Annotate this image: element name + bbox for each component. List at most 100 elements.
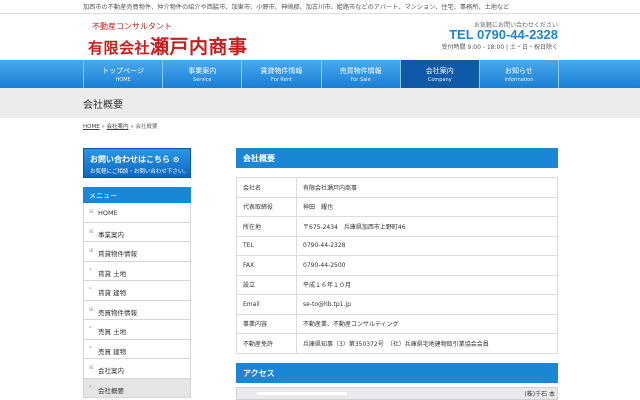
table-row: FAX 0790-44-2500 xyxy=(236,255,558,276)
access-map[interactable]: (株)千石 本 xyxy=(236,387,558,400)
sidebar-item-sale-land[interactable]: * 売買 土地 xyxy=(83,320,191,340)
sidebar-item-company[interactable]: ⊞ 会社案内 xyxy=(83,359,191,379)
row-value: 兵庫県知事（3）第350372号 （社）兵庫県宅地建物取引業協会会員 xyxy=(296,333,558,354)
row-value: 0790-44-2328 xyxy=(296,235,558,256)
bullet-icon: * xyxy=(89,384,92,391)
logo-prefix: 有限会社 xyxy=(88,39,151,57)
breadcrumb-parent-link[interactable]: 会社案内 xyxy=(107,124,129,130)
sidebar-item-rent-land[interactable]: * 賃貸 土地 xyxy=(83,261,191,281)
nav-sublabel: For Rent xyxy=(271,77,292,83)
sidebar-item-label: 賃貸物件情報 xyxy=(98,250,137,258)
row-key: FAX xyxy=(236,255,297,276)
sidebar-item-label: 会社概要 xyxy=(98,386,124,395)
nav-label: 売買物件情報 xyxy=(339,67,382,75)
breadcrumb-separator: » xyxy=(101,124,105,130)
row-key: 事業内容 xyxy=(236,313,297,334)
access-section-heading: アクセス xyxy=(236,363,558,383)
sidebar-item-home[interactable]: ⊞ HOME xyxy=(83,203,191,223)
breadcrumb: HOME » 会社案内 » 会社概要 xyxy=(83,122,157,130)
row-value: se-to@hb.tp1.jp xyxy=(296,294,558,315)
company-section-heading: 会社概要 xyxy=(236,148,558,168)
phone-number[interactable]: TEL 0790-44-2328 xyxy=(449,27,558,42)
table-row: 代表取締役 神田 耀也 xyxy=(236,196,558,217)
nav-for-rent[interactable]: 賃貸物件情報 For Rent xyxy=(241,60,320,88)
breadcrumb-current: 会社概要 xyxy=(135,124,158,130)
global-nav: トップページ HOME 事業案内 Service 賃貸物件情報 For Rent 売買… xyxy=(0,60,640,88)
nav-label: 会社案内 xyxy=(425,67,454,75)
breadcrumb-home-link[interactable]: HOME xyxy=(83,124,100,130)
sidebar-item-label: 売買物件情報 xyxy=(98,308,137,317)
nav-information[interactable]: お知らせ Information xyxy=(478,60,560,88)
sidebar-item-rent-info[interactable]: ⊞ 賃貸物件情報 xyxy=(83,242,191,262)
row-value: 平成１６年１０月 xyxy=(296,274,558,295)
section-heading-label: 会社概要 xyxy=(243,154,275,163)
row-key: TEL xyxy=(236,235,297,256)
nav-sublabel: Service xyxy=(193,77,212,83)
row-key: 代表取締役 xyxy=(236,196,297,217)
sidebar-heading-label: メニュー xyxy=(89,192,117,200)
logo-name: 瀬戸内商事 xyxy=(150,36,248,58)
nav-sublabel: For Sale xyxy=(350,77,371,83)
site-header: 不動産コンサルタント 有限会社瀬戸内商事 お気軽にお問い合わせください TEL … xyxy=(0,14,640,60)
row-value: 〒675-2434 兵庫県加西市上野町46 xyxy=(296,216,558,237)
bullet-icon: * xyxy=(89,326,92,332)
nav-for-sale[interactable]: 売買物件情報 For Sale xyxy=(320,60,400,88)
nav-company[interactable]: 会社案内 Company xyxy=(399,60,479,88)
bullet-icon: ⊞ xyxy=(89,209,94,215)
page-title-bar: 会社概要 xyxy=(0,88,640,118)
breadcrumb-separator: » xyxy=(130,124,134,130)
bullet-icon: ⊞ xyxy=(89,365,94,371)
sidebar-item-rent-building[interactable]: * 賃貸 建物 xyxy=(83,281,191,301)
row-value: 神田 耀也 xyxy=(296,196,558,217)
table-row: 不動産免許 兵庫県知事（3）第350372号 （社）兵庫県宅地建物取引業協会会員 xyxy=(236,333,558,354)
row-value: 有限会社瀬戸内商事 xyxy=(296,177,558,198)
nav-service[interactable]: 事業案内 Service xyxy=(162,60,241,88)
site-description: 加西市の不動産売買物件、仲介物件の紹介や西脇市、加東市、小野市、神崎郡、加古川市… xyxy=(83,4,510,11)
business-hours: 受付時間 9:00 - 18:00 | 土・日・祝日除く xyxy=(441,44,559,51)
logo-tagline: 不動産コンサルタント xyxy=(92,22,172,31)
bullet-icon: ⊞ xyxy=(89,248,94,254)
sidebar-item-sale-info[interactable]: ⊞ 売買物件情報 xyxy=(83,300,191,320)
nav-sublabel: Company xyxy=(427,77,452,83)
table-row: 事業内容 不動産業、不動産コンサルティング xyxy=(236,313,558,334)
sidebar-item-label: 売買 建物 xyxy=(98,347,127,356)
bullet-icon: * xyxy=(89,267,92,274)
bullet-icon: * xyxy=(89,287,92,293)
nav-sublabel: HOME xyxy=(115,77,131,83)
sidebar-item-label: 賃貸 土地 xyxy=(98,269,127,278)
inquiry-subtitle: お気軽にご相談・お問い合わせ下さい。 xyxy=(90,169,189,175)
row-value: 不動産業、不動産コンサルティング xyxy=(296,313,558,334)
row-key: 所在地 xyxy=(236,216,297,237)
nav-home[interactable]: トップページ HOME xyxy=(83,60,162,88)
bullet-icon: ⊞ xyxy=(89,306,94,313)
table-row: 設立 平成１６年１０月 xyxy=(236,274,558,295)
sidebar-item-label: 売買 土地 xyxy=(98,328,127,336)
sidebar-menu: ⊞ HOME ⊞ 事業案内 ⊞ 賃貸物件情報 * 賃貸 土地 * 賃貸 建物 ⊞ 売買物件情… xyxy=(83,203,191,398)
inquiry-title: お問い合わせはこちら ⊙ xyxy=(90,155,180,164)
nav-label: お知らせ xyxy=(505,67,533,75)
row-key: 会社名 xyxy=(236,177,297,198)
table-row: 会社名 有限会社瀬戸内商事 xyxy=(236,177,558,198)
sidebar-item-company-profile[interactable]: * 会社概要 xyxy=(83,378,191,398)
row-key: Email xyxy=(236,294,297,315)
bullet-icon: * xyxy=(89,345,92,352)
table-row: TEL 0790-44-2328 xyxy=(236,235,558,256)
map-road xyxy=(257,392,347,395)
site-logo[interactable]: 有限会社瀬戸内商事 xyxy=(88,32,248,59)
top-description-bar: 加西市の不動産売買物件、仲介物件の紹介や西脇市、加東市、小野市、神崎郡、加古川市… xyxy=(0,0,640,14)
sidebar-item-label: HOME xyxy=(98,209,118,217)
table-row: Email se-to@hb.tp1.jp xyxy=(236,294,558,315)
sidebar-item-service[interactable]: ⊞ 事業案内 xyxy=(83,222,191,242)
row-value: 0790-44-2500 xyxy=(296,255,558,276)
nav-label: トップページ xyxy=(102,67,145,75)
nav-label: 賃貸物件情報 xyxy=(260,67,303,75)
table-row: 所在地 〒675-2434 兵庫県加西市上野町46 xyxy=(236,216,558,237)
sidebar-item-label: 事業案内 xyxy=(98,230,124,239)
inquiry-banner[interactable]: お問い合わせはこちら ⊙ お気軽にご相談・お問い合わせ下さい。 xyxy=(83,148,191,178)
map-place-label: (株)千石 本 xyxy=(524,391,555,398)
section-heading-label: アクセス xyxy=(243,369,275,378)
sidebar-menu-heading: メニュー xyxy=(83,187,191,203)
bullet-icon: ⊞ xyxy=(89,228,94,235)
sidebar-item-sale-building[interactable]: * 売買 建物 xyxy=(83,339,191,359)
row-key: 不動産免許 xyxy=(236,333,297,354)
